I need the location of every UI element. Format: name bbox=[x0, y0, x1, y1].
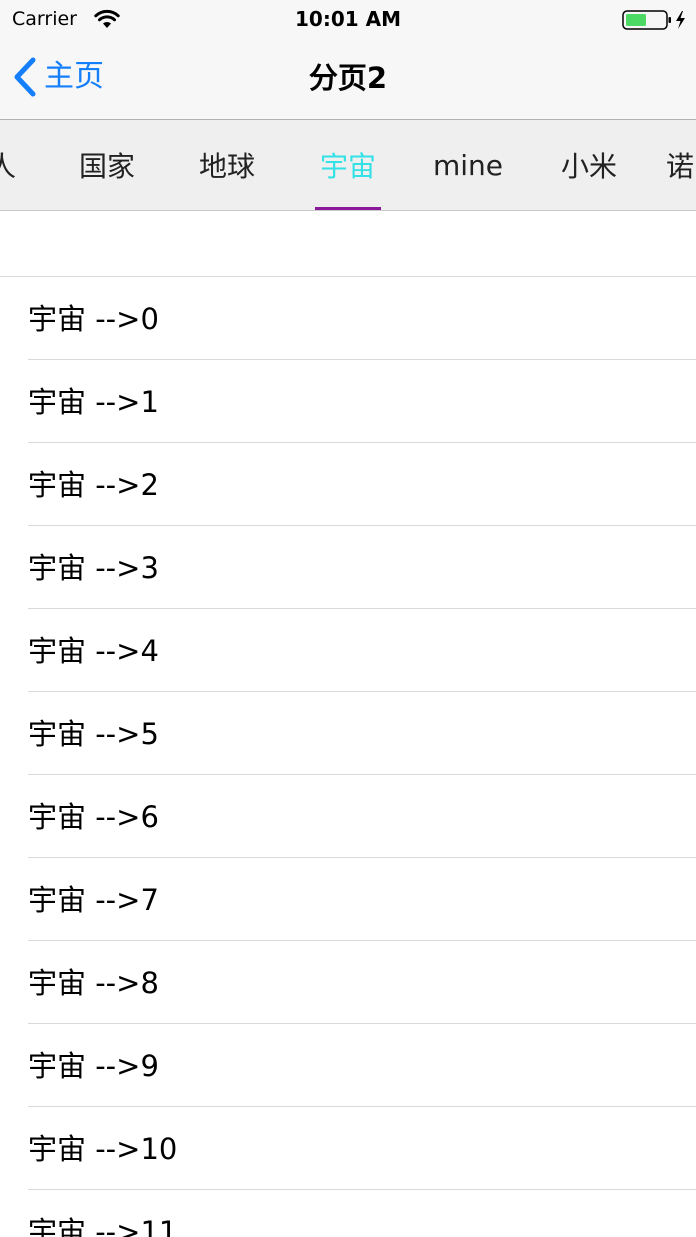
table-view[interactable]: 宇宙 -->0 宇宙 -->1 宇宙 -->2 宇宙 -->3 宇宙 -->4 … bbox=[0, 211, 696, 1237]
table-row[interactable]: 宇宙 -->5 bbox=[0, 692, 696, 775]
row-label: 宇宙 -->4 bbox=[28, 633, 159, 668]
page-title: 分页2 bbox=[308, 61, 388, 95]
row-label: 宇宙 -->3 bbox=[28, 550, 159, 585]
row-label: 宇宙 -->0 bbox=[28, 301, 159, 336]
row-label: 宇宙 -->9 bbox=[28, 1048, 159, 1083]
app-screen: Carrier 10:01 AM 主页 分页2 国家 地球 宇宙 mine 小米… bbox=[0, 0, 696, 1237]
tab-ren[interactable]: 人 bbox=[0, 120, 16, 210]
table-row[interactable]: 宇宙 -->3 bbox=[0, 526, 696, 609]
table-row[interactable]: 宇宙 -->1 bbox=[0, 360, 696, 443]
row-label: 宇宙 -->8 bbox=[28, 965, 159, 1000]
tab-earth[interactable]: 地球 bbox=[180, 120, 274, 210]
table-row[interactable]: 宇宙 -->8 bbox=[0, 941, 696, 1024]
table-row[interactable]: 宇宙 -->7 bbox=[0, 858, 696, 941]
table-header-spacer bbox=[0, 211, 696, 277]
row-label: 宇宙 -->2 bbox=[28, 467, 159, 502]
tab-strip[interactable]: 人 国家 地球 宇宙 mine 小米 诺 bbox=[0, 120, 696, 211]
tab-country[interactable]: 国家 bbox=[60, 120, 154, 210]
row-label: 宇宙 -->11 bbox=[28, 1214, 178, 1237]
table-row[interactable]: 宇宙 -->10 bbox=[0, 1107, 696, 1190]
table-row[interactable]: 宇宙 -->4 bbox=[0, 609, 696, 692]
row-label: 宇宙 -->7 bbox=[28, 882, 159, 917]
tab-universe[interactable]: 宇宙 bbox=[301, 120, 395, 210]
battery-charging-icon bbox=[622, 9, 690, 31]
row-label: 宇宙 -->10 bbox=[28, 1131, 178, 1166]
status-time: 10:01 AM bbox=[294, 7, 401, 31]
table-row[interactable]: 宇宙 -->6 bbox=[0, 775, 696, 858]
table-row[interactable]: 宇宙 -->2 bbox=[0, 443, 696, 526]
navigation-bar: 主页 分页2 bbox=[0, 40, 696, 120]
row-label: 宇宙 -->6 bbox=[28, 799, 159, 834]
active-tab-indicator bbox=[315, 207, 381, 210]
table-row[interactable]: 宇宙 -->9 bbox=[0, 1024, 696, 1107]
tab-nokia[interactable]: 诺 bbox=[666, 120, 696, 210]
tab-mine[interactable]: mine bbox=[421, 120, 515, 210]
tab-xiaomi[interactable]: 小米 bbox=[542, 120, 636, 210]
status-bar: Carrier 10:01 AM bbox=[0, 0, 696, 40]
table-row[interactable]: 宇宙 -->11 bbox=[0, 1190, 696, 1237]
row-label: 宇宙 -->1 bbox=[28, 384, 159, 419]
table-row[interactable]: 宇宙 -->0 bbox=[0, 277, 696, 360]
row-label: 宇宙 -->5 bbox=[28, 716, 159, 751]
